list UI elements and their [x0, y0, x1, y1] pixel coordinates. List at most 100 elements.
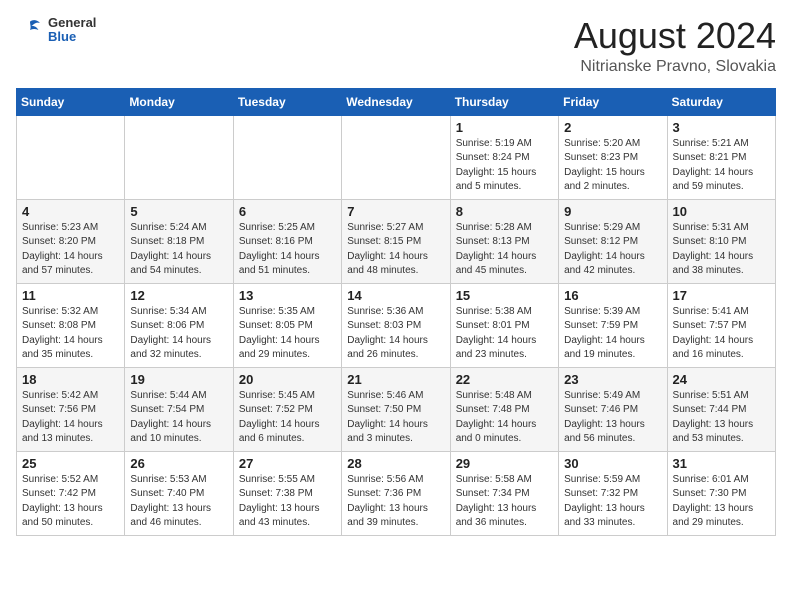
- day-number: 3: [673, 120, 770, 135]
- day-info: Sunrise: 5:34 AM Sunset: 8:06 PM Dayligh…: [130, 305, 227, 363]
- calendar-cell: [125, 115, 233, 199]
- day-number: 24: [673, 372, 770, 387]
- day-number: 13: [239, 288, 336, 303]
- calendar-cell: 31 Sunrise: 6:01 AM Sunset: 7:30 PM Dayli…: [667, 451, 775, 535]
- day-info: Sunrise: 5:41 AM Sunset: 7:57 PM Dayligh…: [673, 305, 770, 363]
- calendar-cell: 26 Sunrise: 5:53 AM Sunset: 7:40 PM Dayli…: [125, 451, 233, 535]
- weekday-header-tuesday: Tuesday: [233, 88, 341, 115]
- day-number: 22: [456, 372, 553, 387]
- day-info: Sunrise: 5:35 AM Sunset: 8:05 PM Dayligh…: [239, 305, 336, 363]
- day-info: Sunrise: 5:39 AM Sunset: 7:59 PM Dayligh…: [564, 305, 661, 363]
- calendar-cell: 8Sunrise: 5:28 AM Sunset: 8:13 PM Daylig…: [450, 199, 558, 283]
- day-info: Sunrise: 5:55 AM Sunset: 7:38 PM Dayligh…: [239, 473, 336, 531]
- logo: General Blue: [16, 16, 96, 45]
- day-number: 16: [564, 288, 661, 303]
- day-info: Sunrise: 5:58 AM Sunset: 7:34 PM Dayligh…: [456, 473, 553, 531]
- calendar-cell: 9Sunrise: 5:29 AM Sunset: 8:12 PM Daylig…: [559, 199, 667, 283]
- day-info: Sunrise: 5:23 AM Sunset: 8:20 PM Dayligh…: [22, 221, 119, 279]
- day-info: Sunrise: 5:24 AM Sunset: 8:18 PM Dayligh…: [130, 221, 227, 279]
- weekday-header-row: SundayMondayTuesdayWednesdayThursdayFrid…: [17, 88, 776, 115]
- calendar-cell: 20 Sunrise: 5:45 AM Sunset: 7:52 PM Dayli…: [233, 367, 341, 451]
- logo-bird-icon: [16, 16, 44, 44]
- calendar-cell: 10Sunrise: 5:31 AM Sunset: 8:10 PM Dayli…: [667, 199, 775, 283]
- calendar-cell: 12 Sunrise: 5:34 AM Sunset: 8:06 PM Dayli…: [125, 283, 233, 367]
- day-number: 29: [456, 456, 553, 471]
- calendar-cell: 7Sunrise: 5:27 AM Sunset: 8:15 PM Daylig…: [342, 199, 450, 283]
- weekday-header-monday: Monday: [125, 88, 233, 115]
- calendar-table: SundayMondayTuesdayWednesdayThursdayFrid…: [16, 88, 776, 536]
- calendar-cell: 25 Sunrise: 5:52 AM Sunset: 7:42 PM Dayli…: [17, 451, 125, 535]
- calendar-cell: 5 Sunrise: 5:24 AM Sunset: 8:18 PM Daylig…: [125, 199, 233, 283]
- day-number: 26: [130, 456, 227, 471]
- calendar-cell: 14Sunrise: 5:36 AM Sunset: 8:03 PM Dayli…: [342, 283, 450, 367]
- month-year-title: August 2024: [574, 16, 776, 56]
- day-info: Sunrise: 5:48 AM Sunset: 7:48 PM Dayligh…: [456, 389, 553, 447]
- day-info: Sunrise: 6:01 AM Sunset: 7:30 PM Dayligh…: [673, 473, 770, 531]
- day-number: 5: [130, 204, 227, 219]
- day-number: 1: [456, 120, 553, 135]
- weekday-header-thursday: Thursday: [450, 88, 558, 115]
- logo-general: General: [48, 16, 96, 30]
- title-block: August 2024 Nitrianske Pravno, Slovakia: [574, 16, 776, 76]
- day-info: Sunrise: 5:56 AM Sunset: 7:36 PM Dayligh…: [347, 473, 444, 531]
- day-number: 10: [673, 204, 770, 219]
- day-number: 11: [22, 288, 119, 303]
- calendar-cell: 15Sunrise: 5:38 AM Sunset: 8:01 PM Dayli…: [450, 283, 558, 367]
- day-info: Sunrise: 5:20 AM Sunset: 8:23 PM Dayligh…: [564, 137, 661, 195]
- day-number: 30: [564, 456, 661, 471]
- day-number: 12: [130, 288, 227, 303]
- calendar-cell: 2 Sunrise: 5:20 AM Sunset: 8:23 PM Daylig…: [559, 115, 667, 199]
- day-number: 4: [22, 204, 119, 219]
- day-number: 25: [22, 456, 119, 471]
- calendar-cell: 29 Sunrise: 5:58 AM Sunset: 7:34 PM Dayli…: [450, 451, 558, 535]
- week-row-5: 25 Sunrise: 5:52 AM Sunset: 7:42 PM Dayli…: [17, 451, 776, 535]
- day-info: Sunrise: 5:49 AM Sunset: 7:46 PM Dayligh…: [564, 389, 661, 447]
- day-number: 8: [456, 204, 553, 219]
- day-info: Sunrise: 5:19 AM Sunset: 8:24 PM Dayligh…: [456, 137, 553, 195]
- day-number: 15: [456, 288, 553, 303]
- day-info: Sunrise: 5:53 AM Sunset: 7:40 PM Dayligh…: [130, 473, 227, 531]
- calendar-cell: 28 Sunrise: 5:56 AM Sunset: 7:36 PM Dayli…: [342, 451, 450, 535]
- day-info: Sunrise: 5:44 AM Sunset: 7:54 PM Dayligh…: [130, 389, 227, 447]
- calendar-cell: 16 Sunrise: 5:39 AM Sunset: 7:59 PM Dayli…: [559, 283, 667, 367]
- day-number: 7: [347, 204, 444, 219]
- day-number: 21: [347, 372, 444, 387]
- day-number: 27: [239, 456, 336, 471]
- calendar-cell: 13 Sunrise: 5:35 AM Sunset: 8:05 PM Dayli…: [233, 283, 341, 367]
- day-number: 14: [347, 288, 444, 303]
- logo-blue: Blue: [48, 30, 96, 44]
- calendar-header: SundayMondayTuesdayWednesdayThursdayFrid…: [17, 88, 776, 115]
- weekday-header-wednesday: Wednesday: [342, 88, 450, 115]
- calendar-cell: 3Sunrise: 5:21 AM Sunset: 8:21 PM Daylig…: [667, 115, 775, 199]
- calendar-cell: 22 Sunrise: 5:48 AM Sunset: 7:48 PM Dayli…: [450, 367, 558, 451]
- week-row-3: 11 Sunrise: 5:32 AM Sunset: 8:08 PM Dayli…: [17, 283, 776, 367]
- calendar-cell: [233, 115, 341, 199]
- week-row-2: 4 Sunrise: 5:23 AM Sunset: 8:20 PM Daylig…: [17, 199, 776, 283]
- day-info: Sunrise: 5:52 AM Sunset: 7:42 PM Dayligh…: [22, 473, 119, 531]
- day-number: 28: [347, 456, 444, 471]
- day-number: 6: [239, 204, 336, 219]
- day-info: Sunrise: 5:29 AM Sunset: 8:12 PM Dayligh…: [564, 221, 661, 279]
- location-subtitle: Nitrianske Pravno, Slovakia: [574, 58, 776, 76]
- day-number: 17: [673, 288, 770, 303]
- day-number: 20: [239, 372, 336, 387]
- logo-text: General Blue: [48, 16, 96, 45]
- day-info: Sunrise: 5:32 AM Sunset: 8:08 PM Dayligh…: [22, 305, 119, 363]
- day-info: Sunrise: 5:45 AM Sunset: 7:52 PM Dayligh…: [239, 389, 336, 447]
- day-number: 18: [22, 372, 119, 387]
- calendar-cell: 24Sunrise: 5:51 AM Sunset: 7:44 PM Dayli…: [667, 367, 775, 451]
- day-number: 2: [564, 120, 661, 135]
- day-number: 31: [673, 456, 770, 471]
- calendar-cell: [17, 115, 125, 199]
- calendar-cell: 30Sunrise: 5:59 AM Sunset: 7:32 PM Dayli…: [559, 451, 667, 535]
- weekday-header-saturday: Saturday: [667, 88, 775, 115]
- calendar-cell: 17 Sunrise: 5:41 AM Sunset: 7:57 PM Dayli…: [667, 283, 775, 367]
- page-header: General Blue August 2024 Nitrianske Prav…: [16, 16, 776, 76]
- calendar-cell: 18Sunrise: 5:42 AM Sunset: 7:56 PM Dayli…: [17, 367, 125, 451]
- weekday-header-sunday: Sunday: [17, 88, 125, 115]
- calendar-cell: 1 Sunrise: 5:19 AM Sunset: 8:24 PM Daylig…: [450, 115, 558, 199]
- calendar-cell: 21Sunrise: 5:46 AM Sunset: 7:50 PM Dayli…: [342, 367, 450, 451]
- calendar-cell: 6Sunrise: 5:25 AM Sunset: 8:16 PM Daylig…: [233, 199, 341, 283]
- day-number: 23: [564, 372, 661, 387]
- calendar-cell: 19Sunrise: 5:44 AM Sunset: 7:54 PM Dayli…: [125, 367, 233, 451]
